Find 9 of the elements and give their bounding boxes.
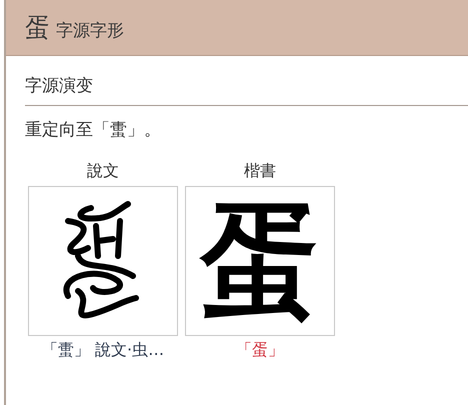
script-label: 楷書: [244, 161, 276, 182]
glyph: 蛋: [200, 201, 320, 321]
section-title: 字源演变: [25, 74, 468, 106]
glyph-caption[interactable]: 「蟗」 說文·虫…: [42, 340, 164, 361]
glyph-caption[interactable]: 「蛋」: [236, 340, 284, 361]
script-label: 說文: [87, 161, 119, 182]
header-character: 蛋: [25, 12, 50, 44]
redirect-note: 重定向至「蟗」。: [25, 119, 162, 141]
header-title: 字源字形: [56, 20, 124, 42]
